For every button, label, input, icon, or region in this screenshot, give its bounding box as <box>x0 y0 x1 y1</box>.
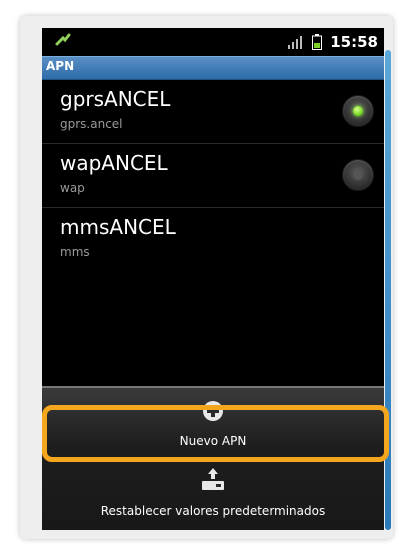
battery-icon <box>312 34 323 50</box>
apn-value: gprs.ancel <box>60 117 123 131</box>
status-bar: 15:58 <box>42 28 384 56</box>
highlight-annotation <box>42 405 389 462</box>
apn-radio-selected[interactable] <box>342 95 374 127</box>
apn-item-gprsancel[interactable]: gprsANCEL gprs.ancel <box>42 79 384 144</box>
usb-debug-icon <box>54 32 72 50</box>
apn-name: gprsANCEL <box>60 87 171 111</box>
signal-strength-icon <box>288 35 304 49</box>
status-time: 15:58 <box>330 33 378 51</box>
apn-radio-unselected[interactable] <box>342 159 374 191</box>
reset-defaults-menu-item[interactable]: Restablecer valores predeterminados <box>42 460 384 524</box>
apn-value: wap <box>60 181 85 195</box>
reset-defaults-icon <box>200 466 226 496</box>
page-title: APN <box>46 59 75 73</box>
apn-item-wapancel[interactable]: wapANCEL wap <box>42 143 384 208</box>
reset-defaults-label: Restablecer valores predeterminados <box>100 504 326 518</box>
apn-item-mmsancel[interactable]: mmsANCEL mms <box>42 207 384 271</box>
apn-name: mmsANCEL <box>60 215 176 239</box>
apn-name: wapANCEL <box>60 151 168 175</box>
radio-dot-icon <box>353 106 363 116</box>
title-bar: APN <box>42 56 384 80</box>
radio-dot-icon <box>353 170 363 180</box>
apn-value: mms <box>60 245 90 259</box>
